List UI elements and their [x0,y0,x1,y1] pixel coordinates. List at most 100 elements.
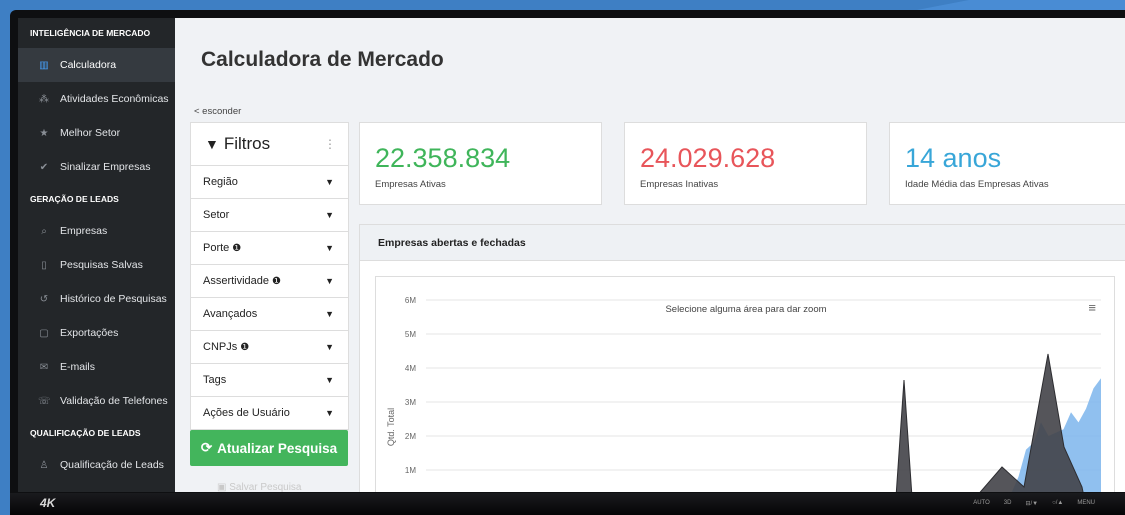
filter-dropdown[interactable]: CNPJs ❶ ▼ [191,330,348,363]
filter-dropdown[interactable]: Ações de Usuário ▼ [191,396,348,429]
phone-icon: ☏ [38,395,51,407]
user-icon: ♙ [39,459,49,471]
y-tick-label: 6M [405,296,416,305]
sidebar-item-exporta-es[interactable]: ▢ Exportações [18,316,175,350]
area-chart[interactable]: Selecione alguma área para dar zoom ≡ 1M 2M… [376,277,1116,492]
filter-label: Ações de Usuário [203,407,290,419]
caret-down-icon: ▼ [325,375,334,385]
filter-label-wrap: Tags [203,374,226,386]
sitemap-icon: ⁂ [39,93,49,105]
hide-filters-link[interactable]: < esconder [194,106,241,117]
chart-panel: Empresas abertas e fechadas Selecione al… [359,224,1125,492]
filter-label: Porte [203,242,230,254]
monitor-button: AUTO [973,500,990,506]
bookmark-icon: ▯ [41,259,47,271]
caret-down-icon: ▼ [325,408,334,418]
brand-logo: 4K [40,496,56,510]
filter-label-wrap: Setor [203,209,229,221]
stat-value: 22.358.834 [375,143,511,173]
filter-list: Região ▼ Setor ▼ Porte ❶ ▼ Assertividade ❶ ▼ Avanç… [191,165,348,429]
filters-panel: ▼ Filtros ⋮ Região ▼ Setor ▼ Porte ❶ ▼ Assertiv… [190,122,349,430]
check-icon: ✔ [39,161,49,173]
filter-dropdown[interactable]: Região ▼ [191,165,348,198]
sidebar-item-melhor-setor[interactable]: ★ Melhor Setor [18,116,175,150]
filter-label-wrap: Avançados [203,308,257,320]
sidebar-item-calculadora[interactable]: ▥ Calculadora [18,48,175,82]
stat-label: Idade Média das Empresas Ativas [905,179,1049,190]
y-tick-label: 1M [405,466,416,475]
main-content: Calculadora de Mercado < esconder ▼ Filt… [175,18,1125,492]
filter-dropdown[interactable]: Tags ▼ [191,363,348,396]
monitor-button: ○/▲ [1052,500,1064,506]
sidebar-item-sinalizar-empresas[interactable]: ✔ Sinalizar Empresas [18,150,175,184]
sidebar-item-label: Calculadora [60,59,117,71]
more-options-icon[interactable]: ⋮ [324,137,336,151]
filter-dropdown[interactable]: Assertividade ❶ ▼ [191,264,348,297]
info-icon: ❶ [232,243,242,254]
caret-down-icon: ▼ [325,309,334,319]
save-search-button[interactable]: ▣ Salvar Pesquisa [217,482,302,492]
stat-label: Empresas Ativas [375,179,446,190]
sidebar-section-title: GERAÇÃO DE LEADS [30,194,119,204]
chart-panel-title: Empresas abertas e fechadas [360,225,1125,261]
history-icon: ↺ [39,293,49,305]
caret-down-icon: ▼ [325,177,334,187]
y-tick-label: 4M [405,364,416,373]
chart-title: Selecione alguma área para dar zoom [665,304,826,315]
floppy-disk-icon: ▣ [217,482,227,492]
sidebar-item-atividades-econ-micas[interactable]: ⁂ Atividades Econômicas [18,82,175,116]
sidebar-item-label: E-mails [60,361,96,373]
filter-label: Avançados [203,308,258,320]
monitor-buttons: AUTO 3D ⊟/▼ ○/▲ MENU [973,500,1095,507]
chart-container[interactable]: Selecione alguma área para dar zoom ≡ 1M 2M… [375,276,1115,492]
bar-chart-icon: ▥ [39,59,49,71]
stat-value: 24.029.628 [640,143,776,173]
area-series-closed[interactable] [895,353,1084,492]
caret-down-icon: ▼ [325,243,334,253]
filter-dropdown[interactable]: Porte ❶ ▼ [191,231,348,264]
filter-label-wrap: CNPJs ❶ [203,341,249,353]
sidebar-item-label: Sinalizar Empresas [60,161,151,173]
filter-label: Setor [203,209,230,221]
filter-dropdown[interactable]: Avançados ▼ [191,297,348,330]
search-icon: ⌕ [41,225,47,237]
sidebar: INTELIGÊNCIA DE MERCADO ▥ Calculadora ⁂ Ativ… [18,18,175,492]
save-search-label: Salvar Pesquisa [229,482,302,492]
filter-label: Tags [203,374,227,386]
filter-dropdown[interactable]: Setor ▼ [191,198,348,231]
stat-card-active: 22.358.834 Empresas Ativas [359,122,602,205]
stat-label: Empresas Inativas [640,179,719,190]
caret-down-icon: ▼ [325,210,334,220]
sidebar-item-hist-rico-de-pesquisas[interactable]: ↺ Histórico de Pesquisas [18,282,175,316]
stat-value: 14 anos [905,143,1002,173]
sidebar-section-title: QUALIFICAÇÃO DE LEADS [30,428,141,438]
page-title: Calculadora de Mercado [201,48,444,71]
stat-card-inactive: 24.029.628 Empresas Inativas [624,122,867,205]
sidebar-item-pesquisas-salvas[interactable]: ▯ Pesquisas Salvas [18,248,175,282]
y-axis-label: Qtd. Total [386,408,396,446]
sidebar-item-label: Melhor Setor [60,127,121,139]
sidebar-item-label: Atividades Econômicas [60,93,169,105]
sidebar-item-e-mails[interactable]: ✉ E-mails [18,350,175,384]
sidebar-item-qualifica-o-de-leads[interactable]: ♙ Qualificação de Leads [18,448,175,482]
funnel-icon: ▼ [205,136,219,152]
stat-card-age: 14 anos Idade Média das Empresas Ativas [889,122,1125,205]
filters-title: Filtros [223,134,271,153]
sidebar-item-label: Empresas [60,225,108,237]
screen: INTELIGÊNCIA DE MERCADO ▥ Calculadora ⁂ Ativ… [18,18,1125,492]
monitor-button: MENU [1077,500,1095,506]
sidebar-item-label: Validação de Telefones [60,395,168,407]
sidebar-item-label: Pesquisas Salvas [60,259,143,271]
y-tick-label: 3M [405,398,416,407]
sidebar-item-valida-o-de-telefones[interactable]: ☏ Validação de Telefones [18,384,175,418]
filter-label: Região [203,176,238,188]
filter-label: CNPJs [203,341,238,353]
monitor-button: ⊟/▼ [1025,501,1039,507]
filters-header: ▼ Filtros ⋮ [191,123,348,165]
hamburger-menu-icon[interactable]: ≡ [1088,300,1096,315]
sidebar-item-label: Qualificação de Leads [60,459,164,471]
file-icon: ▢ [39,327,49,339]
info-icon: ❶ [272,276,282,287]
update-search-button[interactable]: ⟳ Atualizar Pesquisa [190,430,348,466]
sidebar-item-empresas[interactable]: ⌕ Empresas [18,214,175,248]
